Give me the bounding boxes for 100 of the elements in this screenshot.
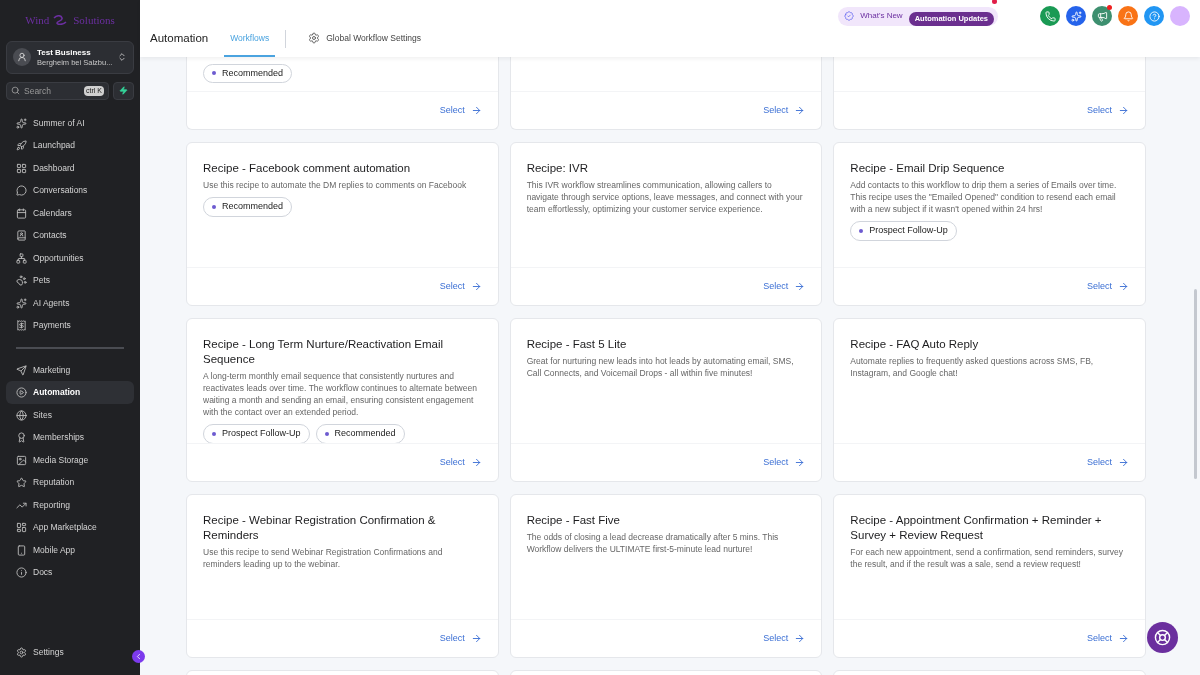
nav-item[interactable]: Conversations <box>6 179 134 202</box>
card-title: Recipe - Webinar Registration Confirmation & Reminders <box>203 513 437 543</box>
card-description: The odds of closing a lead decrease dramatically after 5 mins. This Workflow delivers the ULTIMATE first-5-minute lead nurture! <box>526 531 780 555</box>
nav-item[interactable]: Automation <box>6 381 134 404</box>
select-button[interactable]: Select <box>1086 455 1129 470</box>
megaphone-icon <box>1096 10 1108 22</box>
card-title: Recipe - FAQ Auto Reply <box>850 337 980 352</box>
select-button[interactable]: Select <box>439 103 482 118</box>
nav-item[interactable]: Launchpad <box>6 134 134 157</box>
nav-item[interactable]: Payments <box>6 314 134 337</box>
settings-icon <box>16 646 27 658</box>
select-button[interactable]: Select <box>1086 279 1129 294</box>
recipe-card[interactable] <box>509 142 823 306</box>
header-action-button[interactable] <box>1066 6 1086 26</box>
card-description: For each new appointment, send a confirmation, send reminders, survey the result, and if the result was a sale, send a review request! <box>850 546 1124 570</box>
select-button[interactable]: Select <box>439 455 482 470</box>
recipe-card[interactable]: Recommended Select <box>186 57 499 130</box>
card-description: A long-term monthly email sequence that consistently nurtures and reactivates leads over time. The workflow continues to alternate between waiting a month and sending an email, ensuring consistent engagement with the contact over an extended period. <box>203 370 478 418</box>
header-action-button[interactable] <box>1118 6 1138 26</box>
smartphone-icon <box>16 544 27 556</box>
select-button[interactable]: Select <box>1086 631 1129 646</box>
nav-item[interactable]: Dashboard <box>6 156 134 180</box>
recipe-card[interactable]: Recipe - Fast Five The odds of closing a lead decrease dramatically after 5 mins. This Workflow delivers the ULTIMATE first-5-minute lead nurture! Select <box>509 494 823 658</box>
nav-item[interactable]: Reporting <box>6 493 134 517</box>
gear-icon <box>308 32 321 44</box>
lifebuoy-icon <box>1154 629 1171 646</box>
nav-item[interactable]: Opportunities <box>6 246 134 270</box>
chat-bubble-icon <box>16 185 27 197</box>
image-icon <box>16 454 27 466</box>
arrow-right-icon <box>470 105 482 116</box>
nav-item[interactable]: App Marketplace <box>6 516 134 539</box>
arrow-right-icon <box>470 633 482 644</box>
recipe-card[interactable] <box>186 318 499 482</box>
chevron-left-icon <box>134 652 143 661</box>
card-title: Recipe - Appointment Confirmation + Reminder + Survey + Review Request <box>850 513 1103 543</box>
sparkle-icon <box>16 297 27 309</box>
arrow-right-icon <box>794 105 806 116</box>
account-name: Test Business <box>37 47 92 58</box>
network-icon <box>16 252 27 264</box>
page-title: Automation <box>150 31 209 47</box>
whats-new-label: What's New <box>860 10 903 22</box>
tab[interactable]: Global Workflow Settings <box>302 21 428 57</box>
search-icon <box>11 86 20 96</box>
chevrons-icon <box>117 52 127 63</box>
card-title: Recipe - Email Drip Sequence <box>850 161 1006 176</box>
sparkle-icon <box>16 117 27 129</box>
nav-item[interactable]: Media Storage <box>6 448 134 472</box>
select-button[interactable]: Select <box>763 455 806 470</box>
recipe-card[interactable]: Recipe - Facebook comment automation Use this recipe to automate the DM replies to comments on Facebook Recommended Select <box>186 142 499 306</box>
select-button[interactable]: Select <box>763 279 806 294</box>
card-description: Add contacts to this workflow to drip them a series of Emails over time. This recipe uses the "Emailed Opened" condition to resend each email with a new subject if it wasn't opened within 24 hrs! <box>850 179 1118 215</box>
header-action-button[interactable] <box>1144 6 1164 26</box>
nav-item[interactable]: Summer of AI <box>6 111 134 135</box>
header-action-button[interactable] <box>1092 6 1112 26</box>
recipe-card[interactable]: Select <box>509 57 823 130</box>
bell-icon <box>1122 10 1134 22</box>
card-title: Recipe - Facebook comment automation <box>203 161 412 176</box>
nav-item[interactable]: Pets <box>6 269 134 292</box>
recipe-card[interactable]: Select <box>833 57 1146 130</box>
nav-item[interactable]: Sites <box>6 403 134 427</box>
help-widget-button[interactable] <box>1147 622 1178 653</box>
settings-item[interactable]: Settings <box>6 641 134 663</box>
header-action-button[interactable] <box>1040 6 1060 26</box>
card-title: Recipe - Fast Five <box>526 513 621 528</box>
nav-item[interactable]: Reputation <box>6 471 134 494</box>
paper-plane-icon <box>16 364 27 376</box>
select-button[interactable]: Select <box>763 631 806 646</box>
nav-item[interactable]: Calendars <box>6 201 134 225</box>
nav-item[interactable]: Mobile App <box>6 538 134 562</box>
collapse-button[interactable] <box>132 650 145 663</box>
recipe-card[interactable] <box>833 142 1146 306</box>
apps-grid-icon <box>16 522 27 534</box>
arrow-right-icon <box>794 281 806 292</box>
recipe-card[interactable]: Recipe - Fast 5 Lite Great for nurturing new leads into hot leads by automating email, SMS, Call Connects, and Voicemail Drops - all within five minutes! Select <box>509 318 823 482</box>
globe-icon <box>16 409 27 421</box>
select-button[interactable]: Select <box>439 631 482 646</box>
arrow-right-icon <box>1118 105 1129 116</box>
phone-icon <box>1044 10 1056 22</box>
recipe-card[interactable]: Recipe - FAQ Auto Reply Automate replies to frequently asked questions across SMS, FB, Instagram, and Google chat! Select <box>833 318 1146 482</box>
card-title: Recipe - Fast 5 Lite <box>526 337 628 352</box>
recipe-card[interactable] <box>833 494 1146 658</box>
select-button[interactable]: Select <box>1086 103 1129 118</box>
select-button[interactable]: Select <box>439 279 482 294</box>
arrow-right-icon <box>794 457 806 468</box>
search-input[interactable]: Search <box>24 84 80 98</box>
nav-item[interactable]: AI Agents <box>6 291 134 315</box>
grid-icon <box>16 162 27 174</box>
card-description: Great for nurturing new leads into hot leads by automating email, SMS, Call Connects, and Voicemail Drops - all within five minutes! <box>526 355 795 379</box>
badge-icon <box>844 11 855 21</box>
nav-item[interactable]: Marketing <box>6 358 134 382</box>
nav-item[interactable]: Contacts <box>6 224 134 247</box>
recipe-card[interactable]: Recipe - Webinar Registration Confirmation & Reminders Use this recipe to send Webinar Registration Confirmations and reminders leading up to the webinar. Select <box>186 494 499 658</box>
card-description: This IVR workflow streamlines communication, allowing callers to navigate through service options, leave messages, and connect with your team effortlessly, optimizing your customer service experience. <box>526 179 804 215</box>
user-icon <box>17 52 27 63</box>
card-description: Use this recipe to send Webinar Registration Confirmations and reminders leading up to the webinar. <box>203 546 444 570</box>
select-button[interactable]: Select <box>763 103 806 118</box>
nav-item[interactable]: Memberships <box>6 426 134 449</box>
play-circle-icon <box>16 387 27 399</box>
nav-item[interactable]: Docs <box>6 561 134 584</box>
quick-action-button[interactable] <box>112 81 134 100</box>
